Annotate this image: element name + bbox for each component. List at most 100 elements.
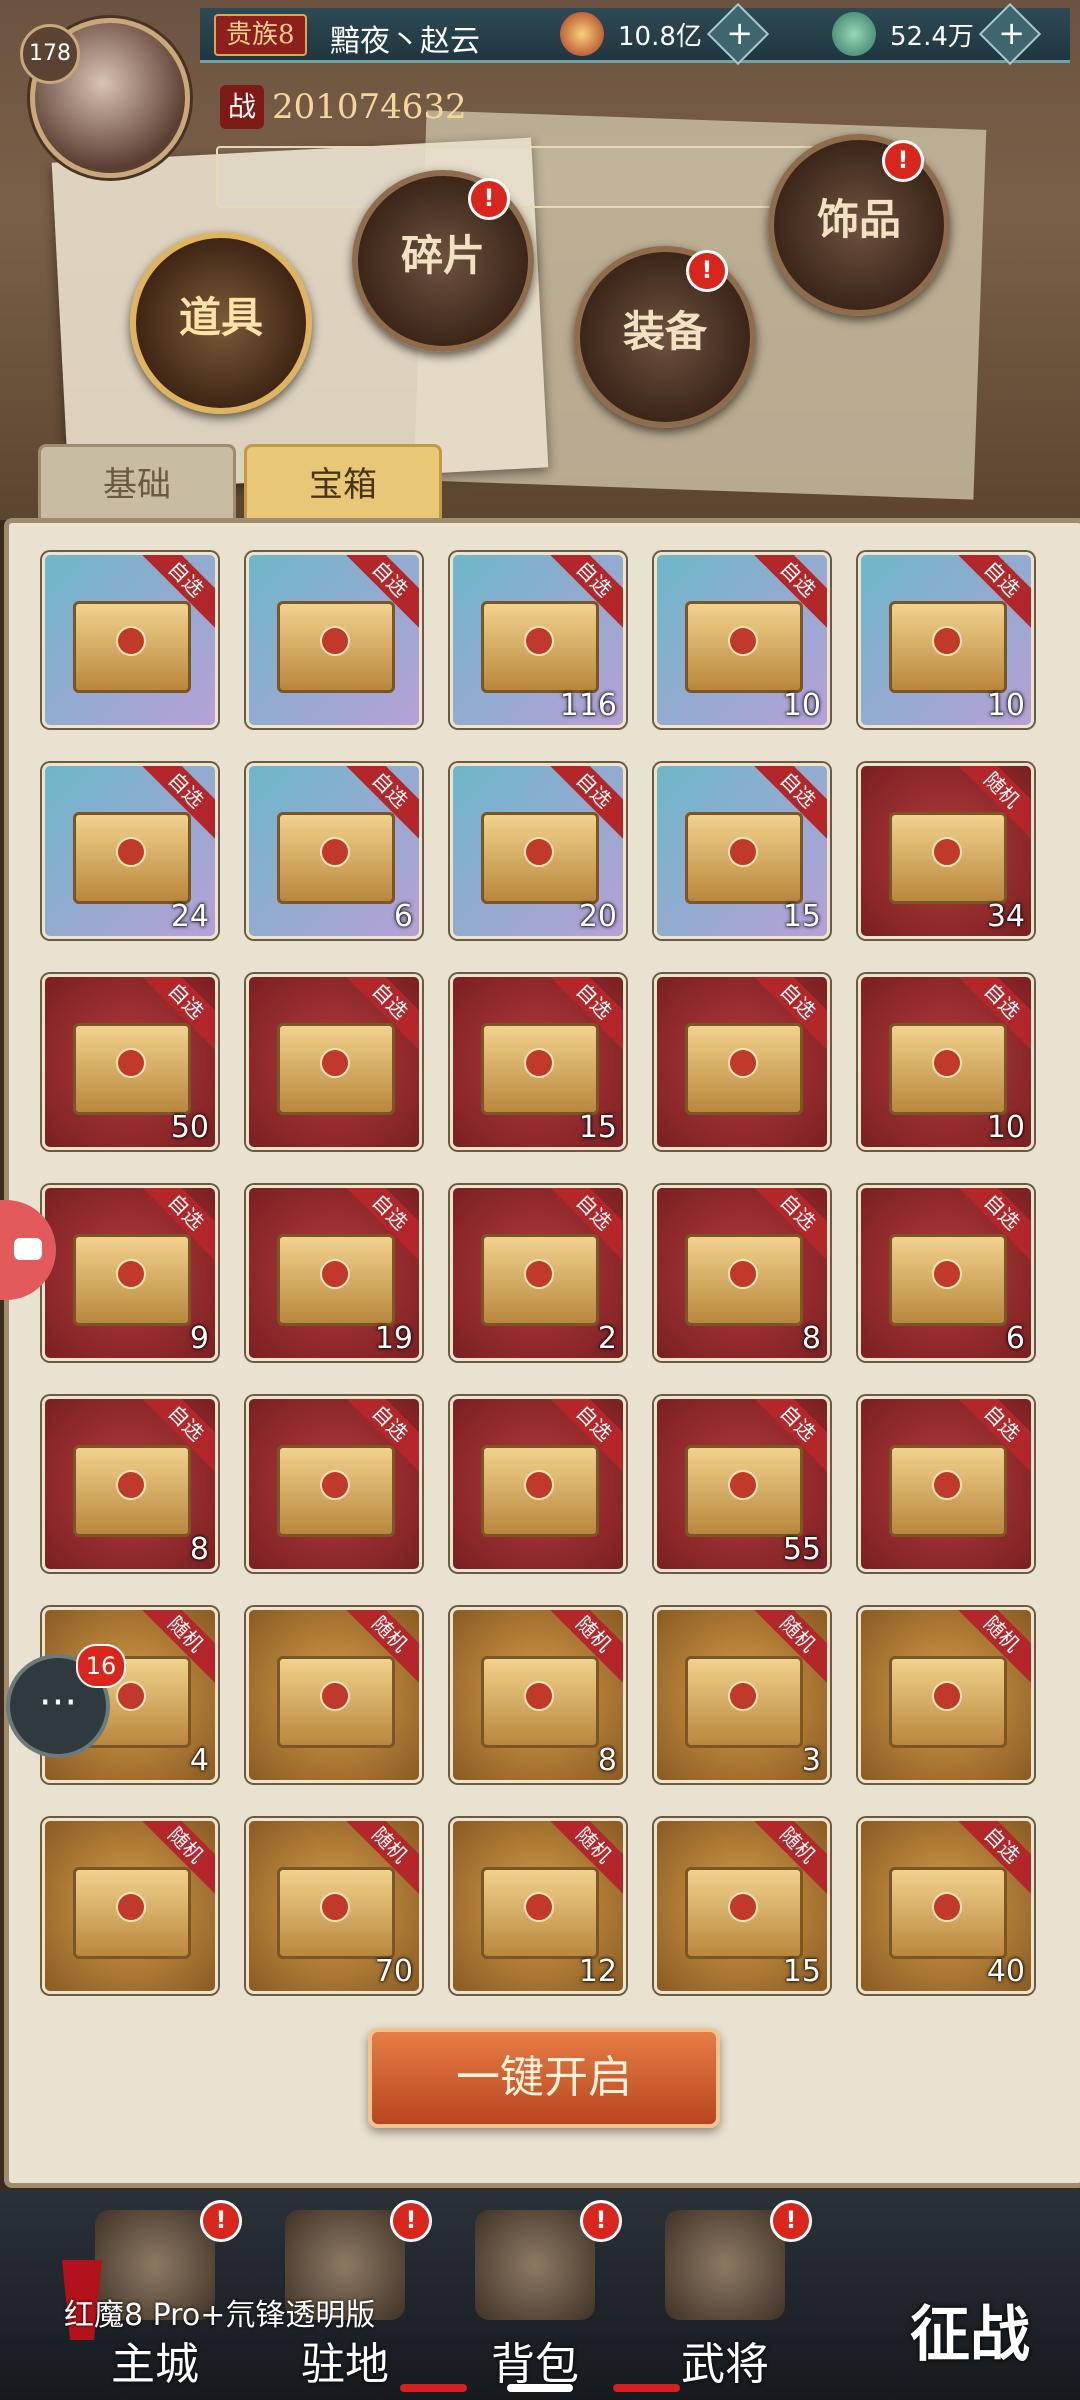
item-slot[interactable]: 自选 10 bbox=[858, 552, 1034, 728]
chest-icon bbox=[481, 601, 599, 693]
item-slot[interactable]: 自选 10 bbox=[858, 974, 1034, 1150]
item-count: 15 bbox=[782, 899, 821, 934]
item-slot[interactable]: 自选 50 bbox=[42, 974, 218, 1150]
item-slot[interactable]: 自选 2 bbox=[450, 1185, 626, 1361]
chest-icon bbox=[277, 1234, 395, 1326]
tab-chests[interactable]: 宝箱 bbox=[244, 444, 442, 523]
accessories-alert-dot: ! bbox=[882, 140, 924, 182]
generals-icon bbox=[665, 2210, 785, 2320]
item-slot[interactable]: 随机 12 bbox=[450, 1818, 626, 1994]
item-slot[interactable]: 自选 8 bbox=[654, 1185, 830, 1361]
add-jade-button[interactable]: + bbox=[978, 2, 1042, 66]
nav-label: 驻地 bbox=[301, 2339, 389, 2390]
gold-coin-icon bbox=[560, 12, 604, 56]
item-slot[interactable]: 自选 9 bbox=[42, 1185, 218, 1361]
item-slot[interactable]: 自选 10 bbox=[654, 552, 830, 728]
conquer-button[interactable]: 征战 bbox=[880, 2280, 1060, 2390]
item-count: 10 bbox=[986, 1110, 1025, 1145]
chest-icon bbox=[889, 1234, 1007, 1326]
chest-icon bbox=[481, 1445, 599, 1537]
item-slot[interactable]: 自选 8 bbox=[42, 1396, 218, 1572]
item-slot[interactable]: 自选 bbox=[42, 552, 218, 728]
item-count: 50 bbox=[170, 1110, 209, 1145]
item-slot[interactable]: 自选 bbox=[246, 1396, 422, 1572]
chat-unread-badge: 16 bbox=[76, 1644, 126, 1688]
item-slot[interactable]: 随机 70 bbox=[246, 1818, 422, 1994]
item-count: 8 bbox=[801, 1321, 821, 1356]
item-count: 116 bbox=[559, 688, 617, 723]
top-status-bar: 贵族8 黯夜丶赵云 10.8亿 + 52.4万 + bbox=[200, 2, 1070, 66]
fragments-alert-dot: ! bbox=[468, 178, 510, 220]
item-slot[interactable]: 随机 bbox=[42, 1818, 218, 1994]
item-slot[interactable]: 自选 bbox=[858, 1396, 1034, 1572]
chest-icon bbox=[277, 1656, 395, 1748]
combat-power-value: 201074632 bbox=[272, 87, 467, 127]
category-equipment[interactable]: 装备 bbox=[574, 246, 756, 428]
system-nav-indicator bbox=[400, 2384, 681, 2392]
item-slot[interactable]: 自选 19 bbox=[246, 1185, 422, 1361]
noble-rank-badge[interactable]: 贵族8 bbox=[214, 14, 307, 56]
item-count: 20 bbox=[578, 899, 617, 934]
gold-amount: 10.8亿 bbox=[618, 21, 702, 52]
item-slot[interactable]: 随机 34 bbox=[858, 763, 1034, 939]
item-slot[interactable]: 随机 3 bbox=[654, 1607, 830, 1783]
item-count: 8 bbox=[597, 1743, 617, 1778]
backpack-alert-dot: ! bbox=[580, 2200, 622, 2242]
item-slot[interactable]: 自选 bbox=[246, 974, 422, 1150]
item-count: 10 bbox=[986, 688, 1025, 723]
item-slot[interactable]: 随机 bbox=[246, 1607, 422, 1783]
item-slot[interactable]: 自选 40 bbox=[858, 1818, 1034, 1994]
nav-backpack[interactable]: ! 背包 bbox=[440, 2200, 630, 2390]
item-count: 70 bbox=[374, 1954, 413, 1989]
chest-icon bbox=[889, 1023, 1007, 1115]
item-slot[interactable]: 自选 24 bbox=[42, 763, 218, 939]
backpack-icon bbox=[475, 2210, 595, 2320]
jade-amount: 52.4万 bbox=[890, 21, 974, 52]
combat-power-icon: 战 bbox=[220, 85, 264, 129]
jade-icon bbox=[832, 12, 876, 56]
item-count: 40 bbox=[986, 1954, 1025, 1989]
item-count: 10 bbox=[782, 688, 821, 723]
title-banner bbox=[216, 146, 860, 208]
add-gold-button[interactable]: + bbox=[706, 2, 770, 66]
chest-icon bbox=[889, 1445, 1007, 1537]
device-watermark: 红魔8 Pro+氘锋透明版 bbox=[64, 2298, 376, 2333]
item-slot[interactable]: 随机 8 bbox=[450, 1607, 626, 1783]
player-name: 黯夜丶赵云 bbox=[330, 24, 480, 59]
item-slot[interactable]: 自选 6 bbox=[246, 763, 422, 939]
item-slot[interactable]: 自选 bbox=[450, 1396, 626, 1572]
item-slot[interactable]: 自选 116 bbox=[450, 552, 626, 728]
item-count: 8 bbox=[189, 1532, 209, 1567]
item-slot[interactable]: 自选 15 bbox=[654, 763, 830, 939]
item-slot[interactable]: 自选 15 bbox=[450, 974, 626, 1150]
chest-icon bbox=[277, 1023, 395, 1115]
item-slot[interactable]: 自选 bbox=[654, 974, 830, 1150]
category-items[interactable]: 道具 bbox=[130, 232, 312, 414]
nav-label: 背包 bbox=[491, 2339, 579, 2390]
item-count: 3 bbox=[801, 1743, 821, 1778]
chest-icon bbox=[481, 1656, 599, 1748]
item-slot[interactable]: 随机 bbox=[858, 1607, 1034, 1783]
nav-generals[interactable]: ! 武将 bbox=[630, 2200, 820, 2390]
item-count: 9 bbox=[189, 1321, 209, 1356]
chest-icon bbox=[481, 1023, 599, 1115]
item-slot[interactable]: 自选 20 bbox=[450, 763, 626, 939]
item-count: 34 bbox=[986, 899, 1025, 934]
open-all-button[interactable]: 一键开启 bbox=[368, 2028, 720, 2128]
chest-icon bbox=[685, 601, 803, 693]
item-count: 4 bbox=[189, 1743, 209, 1778]
chest-icon bbox=[481, 1867, 599, 1959]
chest-icon bbox=[73, 1234, 191, 1326]
tab-basic[interactable]: 基础 bbox=[38, 444, 236, 523]
nav-label: 武将 bbox=[681, 2339, 769, 2390]
jade-resource: 52.4万 + bbox=[832, 2, 1042, 66]
item-slot[interactable]: 自选 bbox=[246, 552, 422, 728]
item-slot[interactable]: 自选 6 bbox=[858, 1185, 1034, 1361]
nav-indicator-center bbox=[506, 2384, 574, 2392]
nav-indicator-left bbox=[400, 2384, 467, 2392]
chest-icon bbox=[685, 1445, 803, 1537]
item-slot[interactable]: 自选 55 bbox=[654, 1396, 830, 1572]
item-slot[interactable]: 随机 15 bbox=[654, 1818, 830, 1994]
chest-icon bbox=[73, 1445, 191, 1537]
chest-icon bbox=[685, 1867, 803, 1959]
